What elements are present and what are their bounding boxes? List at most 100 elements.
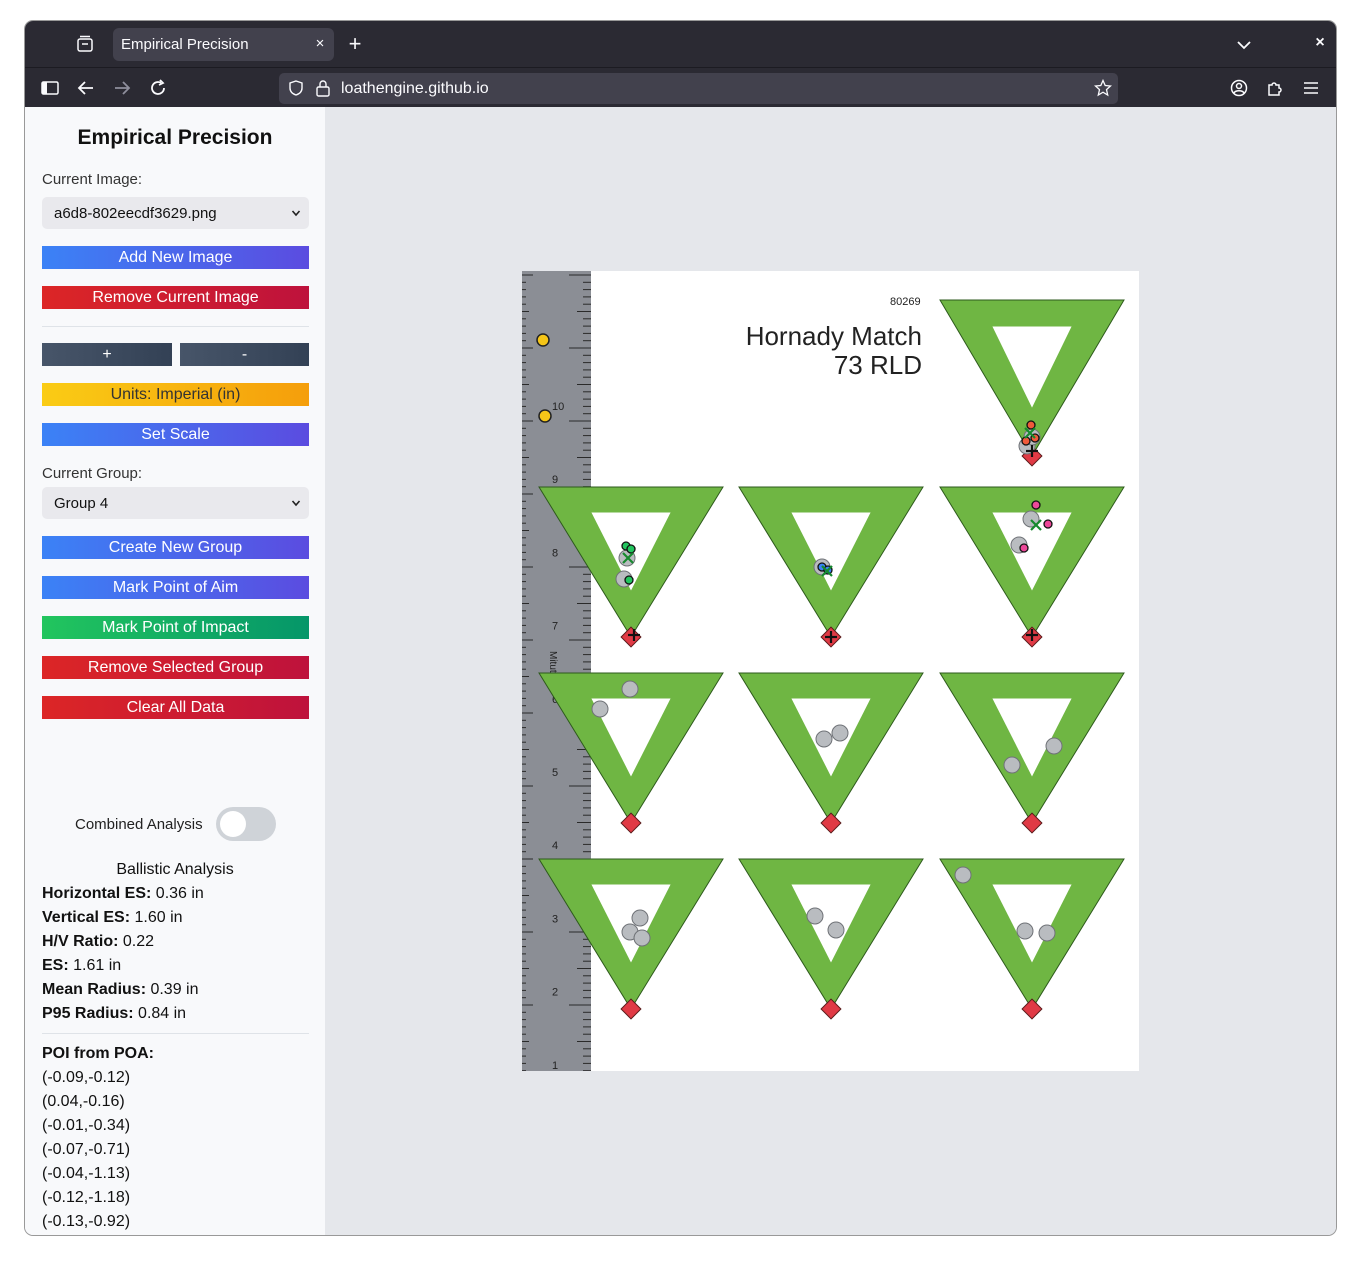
forward-arrow-icon[interactable] bbox=[112, 78, 132, 98]
url-text[interactable]: loathengine.github.io bbox=[341, 80, 489, 98]
target-graphic[interactable]: 12345678910Mitutoyo bbox=[522, 271, 1139, 1071]
impact-marker bbox=[1031, 500, 1041, 510]
lock-icon[interactable] bbox=[315, 79, 331, 97]
poi-from-poa-title: POI from POA: bbox=[42, 1045, 155, 1062]
chevron-down-icon[interactable] bbox=[1234, 35, 1254, 55]
bullet-hole bbox=[815, 730, 833, 748]
current-image-value: a6d8-802eecdf3629.png bbox=[54, 205, 217, 222]
account-icon[interactable] bbox=[1229, 78, 1249, 98]
ruler-number: 7 bbox=[552, 621, 558, 633]
stat-hv-ratio: H/V Ratio: 0.22 bbox=[42, 933, 154, 951]
stat-value: 1.60 in bbox=[130, 909, 183, 926]
stat-value: 0.36 in bbox=[151, 885, 204, 902]
stat-vertical-es: Vertical ES: 1.60 in bbox=[42, 909, 183, 927]
target-brand-line2: 73 RLD bbox=[833, 350, 922, 380]
aim-diamond bbox=[620, 998, 642, 1020]
bookmark-star-icon[interactable] bbox=[1094, 79, 1112, 97]
current-image-label: Current Image: bbox=[42, 171, 143, 188]
create-new-group-button[interactable]: Create New Group bbox=[42, 536, 309, 559]
extensions-icon[interactable] bbox=[1265, 78, 1285, 98]
bullet-hole bbox=[621, 680, 639, 698]
zoom-in-button[interactable]: + bbox=[42, 343, 172, 366]
app-title: Empirical Precision bbox=[77, 126, 273, 149]
scale-marker[interactable] bbox=[538, 409, 552, 423]
current-group-select[interactable]: Group 4 bbox=[42, 487, 309, 519]
stat-value: 0.84 in bbox=[133, 1005, 187, 1022]
bullet-hole bbox=[633, 929, 651, 947]
chevron-down-icon bbox=[291, 210, 301, 217]
poi-offset-item: (-0.09,-0.12) bbox=[42, 1069, 131, 1086]
current-group-value: Group 4 bbox=[54, 495, 109, 512]
ruler-number: 5 bbox=[552, 767, 558, 779]
target-code: 80269 bbox=[890, 296, 921, 308]
image-canvas-area: 12345678910Mitutoyo 80269 Hornady Match … bbox=[325, 107, 1336, 1235]
bullet-hole bbox=[827, 921, 845, 939]
bullet-hole bbox=[631, 909, 649, 927]
toggle-knob bbox=[220, 811, 246, 837]
mark-point-of-impact-button[interactable]: Mark Point of Impact bbox=[42, 616, 309, 639]
stat-horizontal-es: Horizontal ES: 0.36 in bbox=[42, 885, 204, 903]
stat-es: ES: 1.61 in bbox=[42, 957, 121, 975]
aim-diamond bbox=[1021, 998, 1043, 1020]
combined-analysis-toggle[interactable] bbox=[216, 807, 276, 841]
stat-p95-radius: P95 Radius: 0.84 in bbox=[42, 1005, 186, 1023]
tab-close-icon[interactable]: × bbox=[312, 36, 328, 52]
target-image[interactable]: 12345678910Mitutoyo 80269 Hornady Match … bbox=[522, 271, 1139, 1071]
navigation-bar: loathengine.github.io bbox=[25, 67, 1336, 107]
poi-offset-item: (-0.04,-1.13) bbox=[42, 1165, 131, 1182]
mark-point-of-aim-button[interactable]: Mark Point of Aim bbox=[42, 576, 309, 599]
window-close-button[interactable]: × bbox=[1311, 34, 1329, 52]
current-image-select[interactable]: a6d8-802eecdf3629.png bbox=[42, 197, 309, 229]
ruler-number: 10 bbox=[552, 401, 564, 413]
poi-offset-item: (-0.13,-0.92) bbox=[42, 1213, 131, 1230]
reload-icon[interactable] bbox=[148, 78, 168, 98]
clear-all-data-button[interactable]: Clear All Data bbox=[42, 696, 309, 719]
impact-marker bbox=[1019, 543, 1029, 553]
target-brand-line1: Hornady Match bbox=[745, 321, 922, 351]
impact-marker bbox=[1043, 519, 1053, 529]
stat-value: 1.61 in bbox=[68, 957, 122, 974]
menu-icon[interactable] bbox=[1301, 78, 1321, 98]
back-arrow-icon[interactable] bbox=[76, 78, 96, 98]
scale-marker[interactable] bbox=[536, 333, 550, 347]
units-toggle-button[interactable]: Units: Imperial (in) bbox=[42, 383, 309, 406]
bullet-hole bbox=[1045, 737, 1063, 755]
stat-label: Horizontal ES: bbox=[42, 885, 152, 902]
current-group-label: Current Group: bbox=[42, 465, 143, 482]
aim-diamond bbox=[820, 998, 842, 1020]
remove-current-image-button[interactable]: Remove Current Image bbox=[42, 286, 309, 309]
tab-bar: Empirical Precision × + × bbox=[25, 21, 1336, 67]
stat-value: 0.22 bbox=[118, 933, 155, 950]
new-tab-button[interactable]: + bbox=[345, 33, 365, 55]
divider bbox=[42, 326, 309, 327]
add-new-image-button[interactable]: Add New Image bbox=[42, 246, 309, 269]
stat-label: P95 Radius: bbox=[42, 1005, 134, 1022]
set-scale-button[interactable]: Set Scale bbox=[42, 423, 309, 446]
divider bbox=[42, 1033, 309, 1034]
tab-groups-icon[interactable] bbox=[75, 34, 95, 54]
stat-label: ES: bbox=[42, 957, 69, 974]
bullet-hole bbox=[1003, 756, 1021, 774]
stat-value: 0.39 in bbox=[146, 981, 199, 998]
poi-offset-item: (-0.01,-0.34) bbox=[42, 1117, 131, 1134]
bullet-hole bbox=[1038, 924, 1056, 942]
browser-window: Empirical Precision × + × loathengine.gi… bbox=[25, 21, 1336, 1235]
target-brand: Hornady Match 73 RLD bbox=[702, 322, 922, 380]
poi-offset-item: (-0.07,-0.71) bbox=[42, 1141, 131, 1158]
ballistic-analysis-title: Ballistic Analysis bbox=[116, 861, 234, 878]
tab-empirical-precision[interactable]: Empirical Precision × bbox=[113, 28, 334, 61]
shield-icon[interactable] bbox=[287, 79, 305, 97]
ruler-number: 2 bbox=[552, 987, 558, 999]
remove-selected-group-button[interactable]: Remove Selected Group bbox=[42, 656, 309, 679]
aim-diamond bbox=[820, 812, 842, 834]
url-bar[interactable]: loathengine.github.io bbox=[279, 73, 1118, 104]
target-triangles bbox=[538, 299, 1125, 1020]
zoom-out-button[interactable]: - bbox=[180, 343, 309, 366]
tab-title: Empirical Precision bbox=[121, 36, 249, 53]
stat-label: Vertical ES: bbox=[42, 909, 131, 926]
ruler-number: 3 bbox=[552, 913, 558, 925]
stat-label: Mean Radius: bbox=[42, 981, 147, 998]
ruler-number: 8 bbox=[552, 547, 558, 559]
sidebar-toggle-icon[interactable] bbox=[40, 78, 60, 98]
poi-offset-item: (0.04,-0.16) bbox=[42, 1093, 125, 1110]
